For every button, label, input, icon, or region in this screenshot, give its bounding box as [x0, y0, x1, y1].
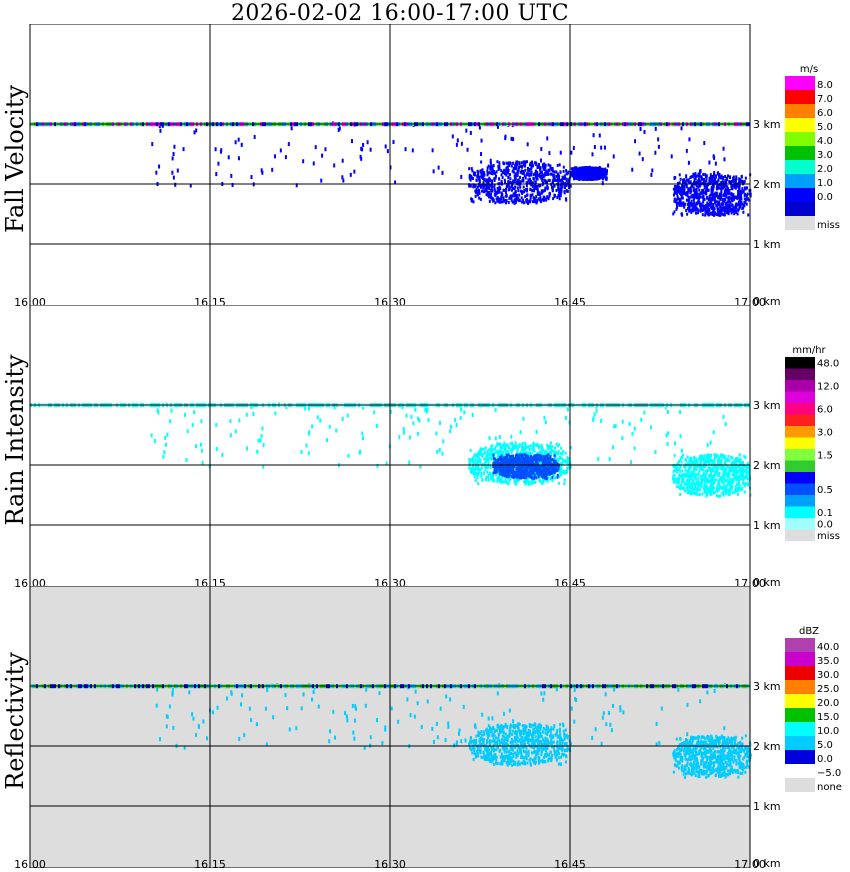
legend-label: none: [817, 782, 842, 793]
height-tick-label: 1 km: [753, 238, 781, 251]
legend-label: 48.0: [817, 359, 839, 370]
legend-swatch: [785, 472, 815, 484]
legend-label: 3.0: [817, 150, 833, 161]
legend-swatch: [785, 202, 815, 216]
legend-swatch: [785, 518, 815, 530]
legend-label: 25.0: [817, 684, 839, 695]
legend-swatch: [785, 132, 815, 146]
time-tick-label: 17:00: [734, 858, 766, 868]
legend-label: 3.0: [817, 428, 833, 439]
legend-swatch: [785, 507, 815, 519]
legend-label: 0.1: [817, 508, 833, 519]
legend-swatch: [785, 778, 815, 792]
reflectivity-ylabel: Reflectivity: [0, 611, 30, 831]
legend-swatch: [785, 174, 815, 188]
legend-swatch: [785, 708, 815, 722]
legend-label: 7.0: [817, 94, 833, 105]
fall-velocity-chart: 0 km1 km2 km3 km16:0016:1516:3016:4517:0…: [0, 24, 850, 306]
legend-label: 6.0: [817, 405, 833, 416]
legend-swatch: [785, 484, 815, 496]
legend-swatch: [785, 530, 815, 542]
legend-swatch: [785, 652, 815, 666]
height-tick-label: 3 km: [753, 399, 781, 412]
legend-label: 5.0: [817, 122, 833, 133]
legend-label: 0.0: [817, 754, 833, 765]
legend-swatch: [785, 392, 815, 404]
legend-swatch: [785, 764, 815, 778]
time-tick-label: 16:45: [554, 858, 586, 868]
legend-swatch: [785, 426, 815, 438]
legend-swatch: [785, 666, 815, 680]
legend-swatch: [785, 369, 815, 381]
legend-swatch: [785, 188, 815, 202]
height-tick-label: 2 km: [753, 178, 781, 191]
legend-swatch: [785, 160, 815, 174]
legend-label: 10.0: [817, 726, 839, 737]
reflectivity-chart: 0 km1 km2 km3 km16:0016:1516:3016:4517:0…: [0, 586, 850, 868]
legend-label: miss: [817, 531, 840, 542]
legend-swatch: [785, 118, 815, 132]
legend-swatch: [785, 216, 815, 230]
legend-swatch: [785, 449, 815, 461]
time-tick-label: 16:30: [374, 858, 406, 868]
legend-label: 0.0: [817, 192, 833, 203]
height-tick-label: 3 km: [753, 680, 781, 693]
legend-swatch: [785, 76, 815, 90]
legend-swatch: [785, 680, 815, 694]
legend-swatch: [785, 694, 815, 708]
legend-label: 2.0: [817, 164, 833, 175]
fall-velocity-ylabel: Fall Velocity: [0, 49, 30, 269]
time-tick-label: 16:00: [14, 858, 46, 868]
legend-swatch: [785, 461, 815, 473]
legend-label: −5.0: [817, 768, 841, 779]
legend-label: 35.0: [817, 656, 839, 667]
legend: m/s 8.0 7.0 6.0 5.0 4.0 3.0 2.0 1.0 0.0 miss: [785, 64, 840, 231]
legend-swatch: [785, 380, 815, 392]
rain-intensity-panel: Rain Intensity 0 km1 km2 km3 km16:0016:1…: [0, 305, 850, 587]
legend-label: 8.0: [817, 80, 833, 91]
reflectivity-panel: Reflectivity 0 km1 km2 km3 km16:0016:151…: [0, 586, 850, 868]
legend-label: 40.0: [817, 642, 839, 653]
legend-swatch: [785, 438, 815, 450]
time-tick-label: 16:15: [194, 858, 226, 868]
legend-swatch: [785, 736, 815, 750]
legend-units: dBZ: [799, 626, 819, 637]
legend-swatch: [785, 104, 815, 118]
legend-label: 30.0: [817, 670, 839, 681]
legend-label: 20.0: [817, 698, 839, 709]
legend-swatch: [785, 90, 815, 104]
height-tick-label: 1 km: [753, 800, 781, 813]
legend-label: 1.0: [817, 178, 833, 189]
legend-units: mm/hr: [792, 345, 826, 356]
legend-swatch: [785, 638, 815, 652]
height-tick-label: 1 km: [753, 519, 781, 532]
legend-label: 12.0: [817, 382, 839, 393]
height-tick-label: 2 km: [753, 459, 781, 472]
legend-label: 0.0: [817, 520, 833, 531]
height-tick-label: 3 km: [753, 118, 781, 131]
legend: dBZ 40.0 35.0 30.0 25.0 20.0 15.0 10.0 5.0 0.0 −5.…: [785, 626, 842, 793]
fall-velocity-panel: Fall Velocity 0 km1 km2 km3 km16:0016:15…: [0, 24, 850, 306]
legend-swatch: [785, 495, 815, 507]
legend-swatch: [785, 146, 815, 160]
legend-swatch: [785, 750, 815, 764]
legend-swatch: [785, 357, 815, 369]
legend-swatch: [785, 722, 815, 736]
legend-label: 1.5: [817, 451, 833, 462]
legend-label: 15.0: [817, 712, 839, 723]
rain-intensity-chart: 0 km1 km2 km3 km16:0016:1516:3016:4517:0…: [0, 305, 850, 587]
legend-label: 5.0: [817, 740, 833, 751]
legend-label: 4.0: [817, 136, 833, 147]
rain-intensity-ylabel: Rain Intensity: [0, 330, 30, 550]
legend: mm/hr 48.0 12.0 6.0 3.0 1.5 0.5 0.10.0miss: [785, 345, 840, 542]
legend-units: m/s: [800, 64, 818, 75]
legend-label: 0.5: [817, 485, 833, 496]
legend-swatch: [785, 403, 815, 415]
height-tick-label: 2 km: [753, 740, 781, 753]
legend-swatch: [785, 415, 815, 427]
legend-label: 6.0: [817, 108, 833, 119]
legend-label: miss: [817, 220, 840, 231]
